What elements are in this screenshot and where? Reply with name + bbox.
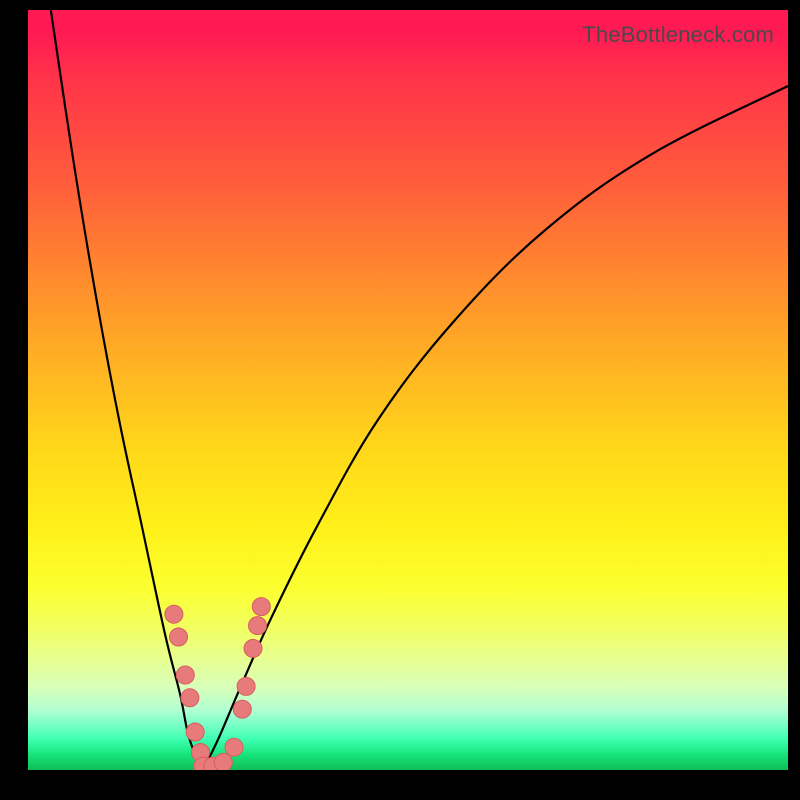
data-marker bbox=[244, 639, 262, 657]
curve-left-branch bbox=[51, 10, 203, 770]
data-marker bbox=[237, 677, 255, 695]
data-marker bbox=[249, 617, 267, 635]
data-marker bbox=[170, 628, 188, 646]
data-marker bbox=[252, 598, 270, 616]
marker-cluster bbox=[165, 598, 270, 770]
chart-frame: TheBottleneck.com bbox=[0, 0, 800, 800]
data-marker bbox=[165, 605, 183, 623]
data-marker bbox=[233, 700, 251, 718]
data-marker bbox=[214, 753, 232, 770]
data-marker bbox=[186, 723, 204, 741]
data-marker bbox=[176, 666, 194, 684]
curve-right-branch bbox=[203, 86, 788, 770]
data-marker bbox=[225, 738, 243, 756]
curve-layer bbox=[28, 10, 788, 770]
plot-area: TheBottleneck.com bbox=[28, 10, 788, 770]
data-marker bbox=[181, 689, 199, 707]
